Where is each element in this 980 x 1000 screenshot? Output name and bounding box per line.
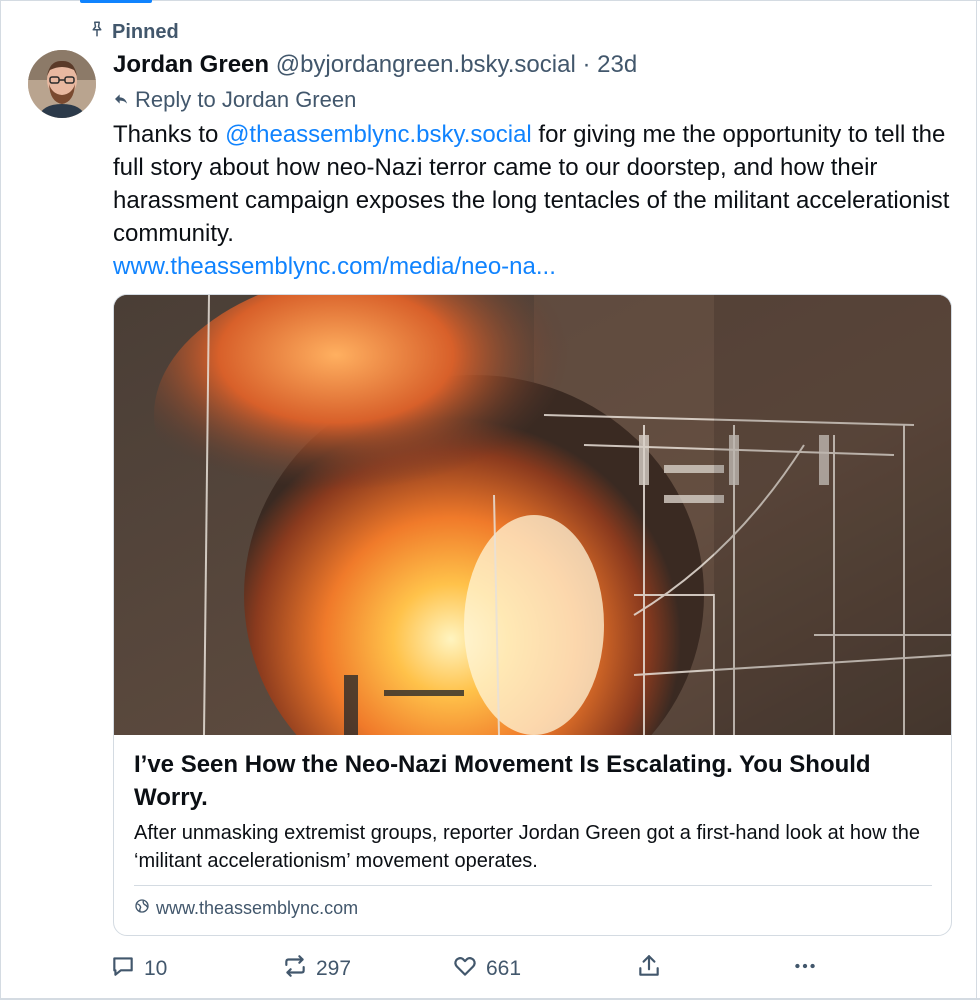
card-domain-label: www.theassemblync.com [156, 898, 359, 918]
reply-to-indicator[interactable]: Reply to Jordan Green [113, 86, 356, 114]
link-preview-card[interactable]: I’ve Seen How the Neo-Nazi Movement Is E… [113, 294, 952, 936]
heart-icon [452, 953, 478, 985]
author-handle[interactable]: @byjordangreen.bsky.social [276, 51, 576, 78]
reply-arrow-icon [113, 86, 129, 114]
more-options-button[interactable] [792, 952, 818, 986]
reply-count: 10 [144, 957, 168, 980]
reply-to-label: Reply to Jordan Green [135, 87, 357, 112]
repost-count: 297 [316, 957, 352, 980]
pinned-indicator: Pinned [88, 20, 179, 44]
like-button[interactable]: 661 [452, 952, 521, 986]
globe-icon [134, 896, 150, 920]
pinned-label: Pinned [112, 20, 179, 43]
ellipsis-icon [792, 953, 818, 985]
pin-icon [88, 20, 106, 44]
post-text-start: Thanks to [113, 121, 226, 148]
repost-icon [282, 953, 308, 985]
reply-button[interactable]: 10 [110, 952, 167, 986]
card-description: After unmasking extremist groups, report… [134, 822, 920, 872]
card-title: I’ve Seen How the Neo-Nazi Movement Is E… [134, 751, 871, 811]
card-divider [134, 885, 932, 886]
post-text: Thanks to @theassemblync.bsky.social for… [113, 118, 963, 283]
repost-button[interactable]: 297 [282, 952, 351, 986]
like-count: 661 [486, 957, 522, 980]
active-tab-indicator [80, 0, 152, 3]
right-border [976, 0, 977, 1000]
header-separator: · [582, 51, 591, 78]
avatar[interactable] [28, 50, 96, 118]
mention-link[interactable]: @theassemblync.bsky.social [225, 121, 532, 148]
post-age[interactable]: 23d [597, 51, 637, 78]
post-header: Jordan Green @byjordangreen.bsky.social … [113, 50, 637, 80]
card-domain: www.theassemblync.com [134, 896, 358, 920]
card-image [114, 295, 951, 735]
reply-icon [110, 953, 136, 985]
author-name[interactable]: Jordan Green [113, 51, 269, 78]
post-link[interactable]: www.theassemblync.com/media/neo-na... [113, 253, 556, 280]
left-border [0, 0, 1, 1000]
post-actions: 10 297 661 [110, 952, 830, 986]
share-icon [636, 953, 662, 985]
share-button[interactable] [636, 952, 662, 986]
